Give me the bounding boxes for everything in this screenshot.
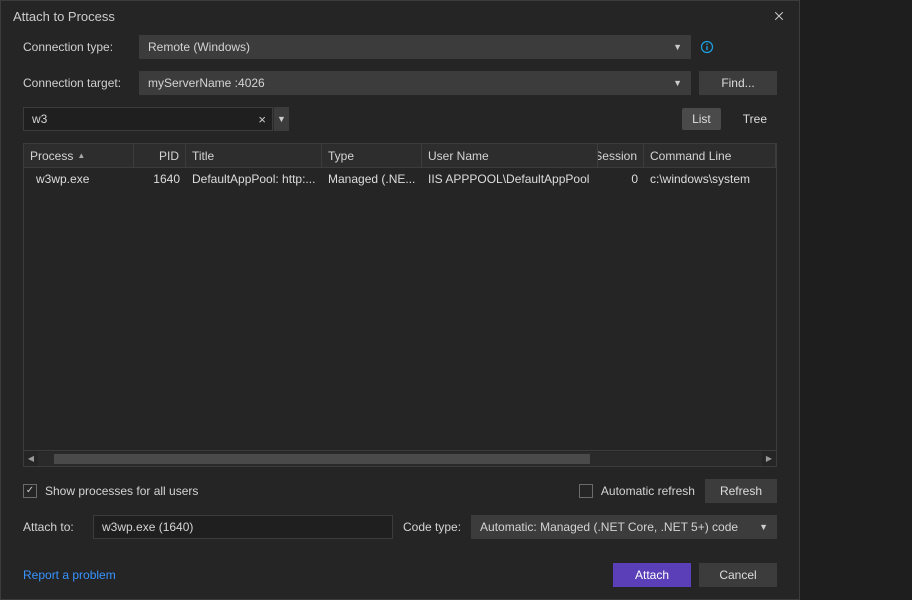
cell-process: w3wp.exe xyxy=(24,170,134,188)
attach-to-process-dialog: Attach to Process Connection type: Remot… xyxy=(0,0,800,600)
close-icon[interactable] xyxy=(771,8,787,24)
cell-title: DefaultAppPool: http:... xyxy=(186,170,322,188)
connection-target-label: Connection target: xyxy=(23,76,131,90)
view-toggle: List Tree xyxy=(682,108,777,130)
show-all-users-checkbox[interactable] xyxy=(23,484,37,498)
filter-input[interactable] xyxy=(24,112,252,126)
chevron-down-icon: ▼ xyxy=(673,78,682,88)
col-user[interactable]: User Name xyxy=(422,144,598,167)
col-cmd[interactable]: Command Line xyxy=(644,144,776,167)
cell-cmd: c:\windows\system xyxy=(644,170,776,188)
chevron-down-icon: ▼ xyxy=(759,522,768,532)
refresh-button[interactable]: Refresh xyxy=(705,479,777,503)
sort-asc-icon: ▲ xyxy=(77,151,85,160)
clear-filter-icon[interactable]: × xyxy=(252,112,272,127)
footer: Report a problem Attach Cancel xyxy=(23,551,777,587)
attach-button[interactable]: Attach xyxy=(613,563,691,587)
grid-header: Process ▲ PID Title Type User Name Sessi… xyxy=(24,144,776,168)
show-all-users-label: Show processes for all users xyxy=(45,484,198,498)
filter-input-wrap: × xyxy=(23,107,273,131)
table-row[interactable]: w3wp.exe 1640 DefaultAppPool: http:... M… xyxy=(24,168,776,190)
connection-target-value: myServerName :4026 xyxy=(148,76,265,90)
grid-body[interactable]: w3wp.exe 1640 DefaultAppPool: http:... M… xyxy=(24,168,776,450)
connection-type-row: Connection type: Remote (Windows) ▼ xyxy=(23,35,777,59)
connection-type-label: Connection type: xyxy=(23,40,131,54)
chevron-down-icon: ▼ xyxy=(673,42,682,52)
cell-user: IIS APPPOOL\DefaultAppPool xyxy=(422,170,598,188)
connection-type-value: Remote (Windows) xyxy=(148,40,250,54)
auto-refresh-label: Automatic refresh xyxy=(601,484,695,498)
cell-type: Managed (.NE... xyxy=(322,170,422,188)
col-title[interactable]: Title xyxy=(186,144,322,167)
process-grid: Process ▲ PID Title Type User Name Sessi… xyxy=(23,143,777,467)
col-session[interactable]: Session xyxy=(598,144,644,167)
dialog-title: Attach to Process xyxy=(13,9,115,24)
scroll-thumb[interactable] xyxy=(54,454,590,464)
options-row: Show processes for all users Automatic r… xyxy=(23,479,777,503)
code-type-combo[interactable]: Automatic: Managed (.NET Core, .NET 5+) … xyxy=(471,515,777,539)
attach-to-row: Attach to: Code type: Automatic: Managed… xyxy=(23,515,777,539)
view-tree-button[interactable]: Tree xyxy=(733,108,777,130)
scroll-left-icon[interactable]: ◀ xyxy=(24,452,38,466)
filter-row: × ▼ List Tree xyxy=(23,107,777,131)
scroll-track[interactable] xyxy=(38,452,762,466)
report-problem-link[interactable]: Report a problem xyxy=(23,568,116,582)
scroll-right-icon[interactable]: ▶ xyxy=(762,452,776,466)
horizontal-scrollbar[interactable]: ◀ ▶ xyxy=(24,450,776,466)
connection-target-combo[interactable]: myServerName :4026 ▼ xyxy=(139,71,691,95)
footer-buttons: Attach Cancel xyxy=(613,563,777,587)
filter-dropdown-icon[interactable]: ▼ xyxy=(273,107,289,131)
titlebar: Attach to Process xyxy=(1,1,799,31)
connection-target-row: Connection target: myServerName :4026 ▼ … xyxy=(23,71,777,95)
code-type-value: Automatic: Managed (.NET Core, .NET 5+) … xyxy=(480,520,738,534)
info-icon[interactable] xyxy=(699,39,715,55)
cell-pid: 1640 xyxy=(134,170,186,188)
cell-session: 0 xyxy=(598,170,644,188)
connection-type-combo[interactable]: Remote (Windows) ▼ xyxy=(139,35,691,59)
col-pid[interactable]: PID xyxy=(134,144,186,167)
auto-refresh-wrap: Automatic refresh xyxy=(579,484,695,498)
attach-to-input[interactable] xyxy=(93,515,393,539)
col-type[interactable]: Type xyxy=(322,144,422,167)
attach-to-label: Attach to: xyxy=(23,520,83,534)
code-type-label: Code type: xyxy=(403,520,461,534)
show-all-users-wrap: Show processes for all users xyxy=(23,484,198,498)
dialog-content: Connection type: Remote (Windows) ▼ Conn… xyxy=(1,31,799,599)
auto-refresh-checkbox[interactable] xyxy=(579,484,593,498)
find-button[interactable]: Find... xyxy=(699,71,777,95)
cancel-button[interactable]: Cancel xyxy=(699,563,777,587)
col-process[interactable]: Process ▲ xyxy=(24,144,134,167)
view-list-button[interactable]: List xyxy=(682,108,721,130)
